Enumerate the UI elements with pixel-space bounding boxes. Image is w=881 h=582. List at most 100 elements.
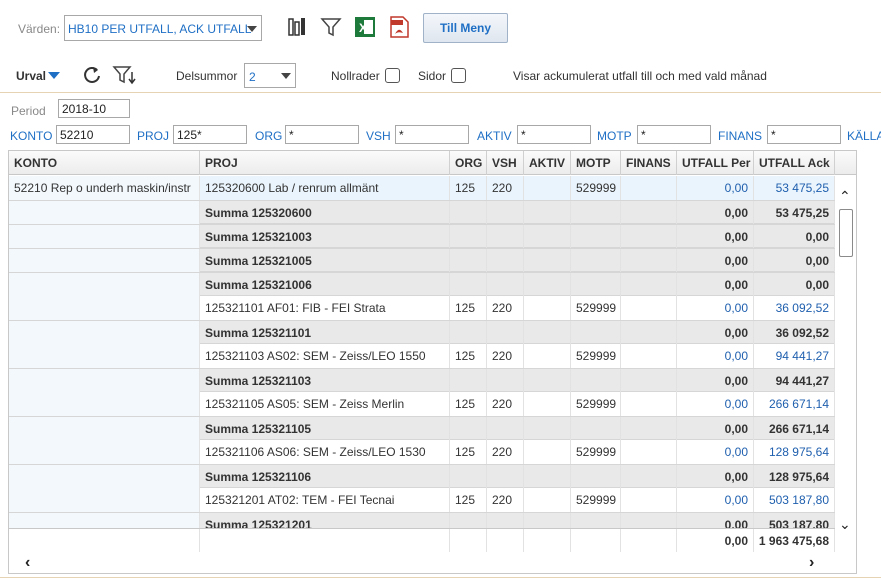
col-header-motp[interactable]: MOTP	[571, 151, 621, 175]
cell-proj: Summa 125320600	[200, 201, 450, 225]
cell-per: 0,00	[677, 201, 754, 225]
motp-filter-label: MOTP	[597, 129, 632, 143]
filter-icon[interactable]	[320, 16, 342, 38]
cell-proj: Summa 125321003	[200, 225, 450, 249]
till-meny-button[interactable]: Till Meny	[423, 13, 508, 43]
urval-caret-icon[interactable]	[48, 72, 60, 79]
summary-row[interactable]: Summa 125321201 0,00 503 187,80	[9, 512, 835, 528]
summary-row[interactable]: Summa 125321105 0,00 266 671,14	[9, 416, 835, 441]
cell-finans	[621, 513, 677, 528]
cell-org: 125	[450, 392, 487, 416]
horizontal-scrollbar[interactable]: ‹ ›	[9, 552, 856, 573]
col-header-utfall-per[interactable]: UTFALL Per	[677, 151, 754, 175]
bar-chart-icon[interactable]	[287, 16, 309, 38]
summary-row[interactable]: Summa 125321005 0,00 0,00	[9, 248, 835, 273]
vsh-filter-input[interactable]: *	[395, 125, 469, 144]
period-input[interactable]: 2018-10	[58, 99, 130, 118]
cell-ack: 94 441,27	[754, 344, 835, 368]
delsummor-dropdown[interactable]: 2	[244, 63, 296, 88]
org-filter-input[interactable]: *	[285, 125, 359, 144]
summary-row[interactable]: Summa 125321101 0,00 36 092,52	[9, 320, 835, 345]
table-row[interactable]: 52210 Rep o underh maskin/instr 125320600…	[9, 176, 835, 200]
refresh-icon[interactable]	[82, 65, 102, 85]
summary-row[interactable]: Summa 125321106 0,00 128 975,64	[9, 464, 835, 489]
cell-vsh: 220	[487, 296, 524, 320]
col-header-konto[interactable]: KONTO	[9, 151, 200, 175]
table-row[interactable]: 125321201 AT02: TEM - FEI Tecnai 125 220 52…	[9, 488, 835, 512]
cell-motp	[571, 417, 621, 441]
urval-menu[interactable]: Urval	[16, 69, 46, 83]
konto-filter-input[interactable]: 52210	[56, 125, 130, 144]
cell-finans	[621, 225, 677, 249]
nollrader-checkbox[interactable]	[385, 68, 400, 83]
cell-aktiv	[524, 321, 571, 345]
col-header-proj[interactable]: PROJ	[200, 151, 450, 175]
chevron-down-icon	[247, 26, 257, 32]
cell-per: 0,00	[677, 440, 754, 464]
cell-per: 0,00	[677, 392, 754, 416]
cell-motp	[571, 513, 621, 528]
cell-vsh: 220	[487, 176, 524, 200]
pdf-icon[interactable]	[388, 16, 410, 38]
cell-ack: 36 092,52	[754, 321, 835, 345]
cell-aktiv	[524, 440, 571, 464]
table-row[interactable]: 125321101 AF01: FIB - FEI Strata 125 220 52…	[9, 296, 835, 320]
vertical-scrollbar[interactable]: ⌃ ⌄	[835, 176, 856, 552]
cell-konto	[9, 417, 200, 441]
scroll-right-icon[interactable]: ›	[809, 554, 814, 572]
scroll-left-icon[interactable]: ‹	[25, 554, 30, 572]
cell-aktiv	[524, 249, 571, 273]
cell-konto	[9, 344, 200, 368]
cell-proj: Summa 125321201	[200, 513, 450, 528]
cell-finans	[621, 369, 677, 393]
varden-dropdown[interactable]: HB10 PER UTFALL, ACK UTFALL	[64, 15, 262, 41]
cell-finans	[621, 417, 677, 441]
totals-vsh-cell	[487, 529, 524, 553]
cell-org	[450, 369, 487, 393]
table-row[interactable]: 125321103 AS02: SEM - Zeiss/LEO 1550 125 2…	[9, 344, 835, 368]
cell-proj: 125321201 AT02: TEM - FEI Tecnai	[200, 488, 450, 512]
finans-filter-input[interactable]: *	[767, 125, 841, 144]
cell-proj: 125321105 AS05: SEM - Zeiss Merlin	[200, 392, 450, 416]
cell-org: 125	[450, 296, 487, 320]
scroll-down-icon[interactable]: ⌄	[839, 516, 851, 533]
vertical-scroll-thumb[interactable]	[839, 209, 853, 257]
cell-org	[450, 465, 487, 489]
aktiv-filter-input[interactable]: *	[517, 125, 591, 144]
cell-proj: Summa 125321005	[200, 249, 450, 273]
info-text: Visar ackumulerat utfall till och med va…	[513, 69, 767, 83]
cell-per: 0,00	[677, 513, 754, 528]
cell-org	[450, 513, 487, 528]
cell-ack: 503 187,80	[754, 513, 835, 528]
cell-per: 0,00	[677, 296, 754, 320]
filter-sort-icon[interactable]	[112, 64, 136, 86]
col-header-utfall-ack[interactable]: UTFALL Ack	[754, 151, 835, 175]
summary-row[interactable]: Summa 125321003 0,00 0,00	[9, 224, 835, 249]
cell-finans	[621, 296, 677, 320]
col-header-vsh[interactable]: VSH	[487, 151, 524, 175]
scroll-up-icon[interactable]: ⌃	[839, 188, 851, 205]
table-row[interactable]: 125321106 AS06: SEM - Zeiss/LEO 1530 125 2…	[9, 440, 835, 464]
totals-konto-cell	[9, 529, 200, 553]
cell-proj: Summa 125321105	[200, 417, 450, 441]
cell-ack: 53 475,25	[754, 201, 835, 225]
cell-org	[450, 417, 487, 441]
col-header-finans[interactable]: FINANS	[621, 151, 677, 175]
cell-finans	[621, 321, 677, 345]
col-header-aktiv[interactable]: AKTIV	[524, 151, 571, 175]
summary-row[interactable]: Summa 125320600 0,00 53 475,25	[9, 200, 835, 225]
table-row[interactable]: 125321105 AS05: SEM - Zeiss Merlin 125 220…	[9, 392, 835, 416]
sidor-checkbox[interactable]	[451, 68, 466, 83]
cell-motp	[571, 321, 621, 345]
excel-icon[interactable]: X	[354, 16, 376, 38]
cell-org	[450, 273, 487, 297]
proj-filter-input[interactable]: 125*	[173, 125, 247, 144]
col-header-org[interactable]: ORG	[450, 151, 487, 175]
cell-vsh	[487, 417, 524, 441]
cell-vsh	[487, 465, 524, 489]
motp-filter-input[interactable]: *	[637, 125, 711, 144]
cell-motp	[571, 201, 621, 225]
totals-org-cell	[450, 529, 487, 553]
summary-row[interactable]: Summa 125321006 0,00 0,00	[9, 272, 835, 297]
summary-row[interactable]: Summa 125321103 0,00 94 441,27	[9, 368, 835, 393]
